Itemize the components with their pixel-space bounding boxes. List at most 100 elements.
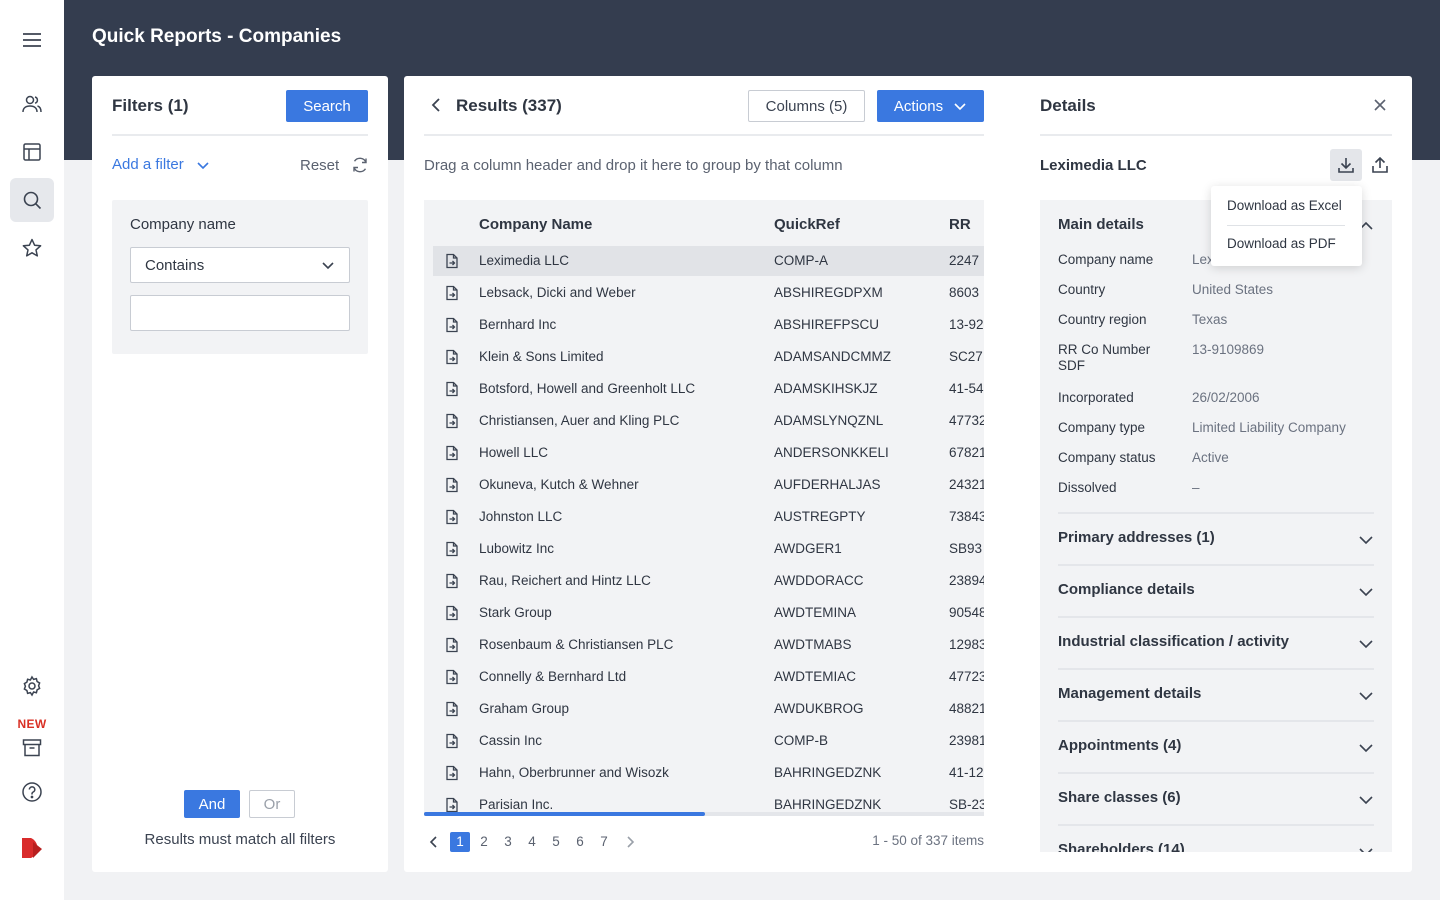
cell-rr: SB-23: [949, 797, 984, 812]
cell-quickref: ADAMSANDCMMZ: [774, 349, 891, 364]
accordion-section[interactable]: Share classes (6): [1058, 772, 1374, 824]
table-row[interactable]: Lubowitz Inc AWDGER1 SB93: [433, 534, 984, 564]
cell-company-name: Graham Group: [479, 701, 570, 716]
share-button[interactable]: [1364, 149, 1396, 181]
search-icon[interactable]: [10, 178, 54, 222]
table-row[interactable]: Howell LLC ANDERSONKKELI 67821: [433, 438, 984, 468]
filter-value-input[interactable]: [130, 295, 350, 331]
cell-rr: 47732: [949, 413, 984, 428]
brand-logo[interactable]: [20, 836, 44, 860]
close-icon[interactable]: [1372, 97, 1388, 113]
table-row[interactable]: Bernhard Inc ABSHIREFPSCU 13-92: [433, 310, 984, 340]
download-pdf-item[interactable]: Download as PDF: [1227, 236, 1336, 251]
actions-button[interactable]: Actions: [877, 90, 984, 122]
download-excel-item[interactable]: Download as Excel: [1227, 198, 1342, 213]
layout-icon[interactable]: [10, 130, 54, 174]
accordion-section[interactable]: Management details: [1058, 668, 1374, 720]
prev-page-icon[interactable]: [426, 834, 442, 850]
table-row[interactable]: Connelly & Bernhard Ltd AWDTEMIAC 47723: [433, 662, 984, 692]
search-button[interactable]: Search: [286, 90, 368, 122]
accordion-section[interactable]: Appointments (4): [1058, 720, 1374, 772]
table-row[interactable]: Rau, Reichert and Hintz LLC AWDDORACC 2389…: [433, 566, 984, 596]
column-header-company-name[interactable]: Company Name: [479, 216, 592, 233]
detail-field-label: Incorporated: [1058, 390, 1134, 405]
cell-company-name: Howell LLC: [479, 445, 549, 460]
column-header-quickref[interactable]: QuickRef: [774, 216, 840, 233]
cell-company-name: Hahn, Oberbrunner and Wisozk: [479, 765, 669, 780]
download-button[interactable]: [1330, 149, 1362, 181]
main-details-title[interactable]: Main details: [1058, 216, 1144, 233]
filter-operator-select[interactable]: Contains: [130, 247, 350, 283]
scrollbar-thumb[interactable]: [424, 812, 705, 816]
chevron-down-icon: [1359, 536, 1373, 545]
table-row[interactable]: Okuneva, Kutch & Wehner AUFDERHALJAS 24321: [433, 470, 984, 500]
back-chevron-icon[interactable]: [428, 96, 444, 114]
column-header-rr[interactable]: RR: [949, 216, 971, 233]
detail-field-label: Company status: [1058, 450, 1156, 465]
table-row[interactable]: Graham Group AWDUKBROG 48821: [433, 694, 984, 724]
page-number[interactable]: 2: [474, 832, 494, 852]
table-row[interactable]: Johnston LLC AUSTREGPTY 73843: [433, 502, 984, 532]
reset-link[interactable]: Reset: [300, 156, 369, 174]
filters-title: Filters (1): [112, 96, 189, 115]
users-icon[interactable]: [10, 82, 54, 126]
detail-field-label: Country region: [1058, 312, 1147, 327]
cell-quickref: BAHRINGEDZNK: [774, 797, 882, 812]
table-row[interactable]: Stark Group AWDTEMINA 90548: [433, 598, 984, 628]
table-row[interactable]: Christiansen, Auer and Kling PLC ADAMSLYN…: [433, 406, 984, 436]
menu-icon[interactable]: [10, 18, 54, 62]
page-number[interactable]: 4: [522, 832, 542, 852]
cell-company-name: Christiansen, Auer and Kling PLC: [479, 413, 680, 428]
columns-button[interactable]: Columns (5): [748, 90, 865, 122]
table-row[interactable]: Rosenbaum & Christiansen PLC AWDTMABS 1298…: [433, 630, 984, 660]
document-icon: [446, 701, 458, 717]
page-number[interactable]: 1: [450, 832, 470, 852]
cell-rr: 24321: [949, 477, 984, 492]
results-panel: Results (337) Columns (5) Actions Drag a…: [404, 76, 1020, 872]
document-icon: [446, 477, 458, 493]
document-icon: [446, 733, 458, 749]
detail-field-label: Company type: [1058, 420, 1146, 435]
page-number[interactable]: 7: [594, 832, 614, 852]
table-row[interactable]: Lebsack, Dicki and Weber ABSHIREGDPXM 8603: [433, 278, 984, 308]
cell-rr: 48821: [949, 701, 984, 716]
or-toggle[interactable]: Or: [249, 790, 295, 818]
table-row[interactable]: Hahn, Oberbrunner and Wisozk BAHRINGEDZNK…: [433, 758, 984, 788]
table-row[interactable]: Botsford, Howell and Greenholt LLC ADAMSK…: [433, 374, 984, 404]
cell-company-name: Rau, Reichert and Hintz LLC: [479, 573, 651, 588]
page-number[interactable]: 6: [570, 832, 590, 852]
page-number[interactable]: 3: [498, 832, 518, 852]
next-page-icon[interactable]: [622, 834, 638, 850]
cell-rr: SC27: [949, 349, 983, 364]
chevron-down-icon: [1359, 588, 1373, 597]
archive-icon[interactable]: [10, 722, 54, 766]
add-filter-link[interactable]: Add a filter: [112, 156, 210, 173]
accordion-section[interactable]: Compliance details: [1058, 564, 1374, 616]
section-title: Share classes (6): [1058, 789, 1181, 806]
cell-company-name: Okuneva, Kutch & Wehner: [479, 477, 639, 492]
detail-field-value: Limited Liability Company: [1192, 420, 1346, 435]
details-divider: [1040, 134, 1392, 136]
page-number[interactable]: 5: [546, 832, 566, 852]
details-title: Details: [1040, 96, 1096, 115]
accordion-section[interactable]: Shareholders (14): [1058, 824, 1374, 852]
table-row[interactable]: Klein & Sons Limited ADAMSANDCMMZ SC27: [433, 342, 984, 372]
filters-divider: [112, 134, 368, 136]
cell-quickref: ABSHIREGDPXM: [774, 285, 883, 300]
detail-field-value: Texas: [1192, 312, 1228, 327]
detail-field-label: RR Co Number SDF: [1058, 342, 1151, 373]
match-text: Results must match all filters: [144, 831, 336, 848]
accordion-section[interactable]: Industrial classification / activity: [1058, 616, 1374, 668]
accordion-section[interactable]: Primary addresses (1): [1058, 512, 1374, 564]
gear-icon[interactable]: [10, 664, 54, 708]
star-icon[interactable]: [10, 226, 54, 270]
horizontal-scrollbar[interactable]: [424, 812, 984, 816]
cell-rr: SB93: [949, 541, 983, 556]
and-toggle[interactable]: And: [184, 790, 240, 818]
table-row[interactable]: Leximedia LLC COMP-A 2247: [433, 246, 984, 276]
cell-quickref: AUFDERHALJAS: [774, 477, 881, 492]
download-menu: Download as Excel Download as PDF: [1211, 186, 1362, 266]
chevron-down-icon: [1359, 692, 1373, 701]
table-row[interactable]: Cassin Inc COMP-B 23981: [433, 726, 984, 756]
help-icon[interactable]: [10, 770, 54, 814]
